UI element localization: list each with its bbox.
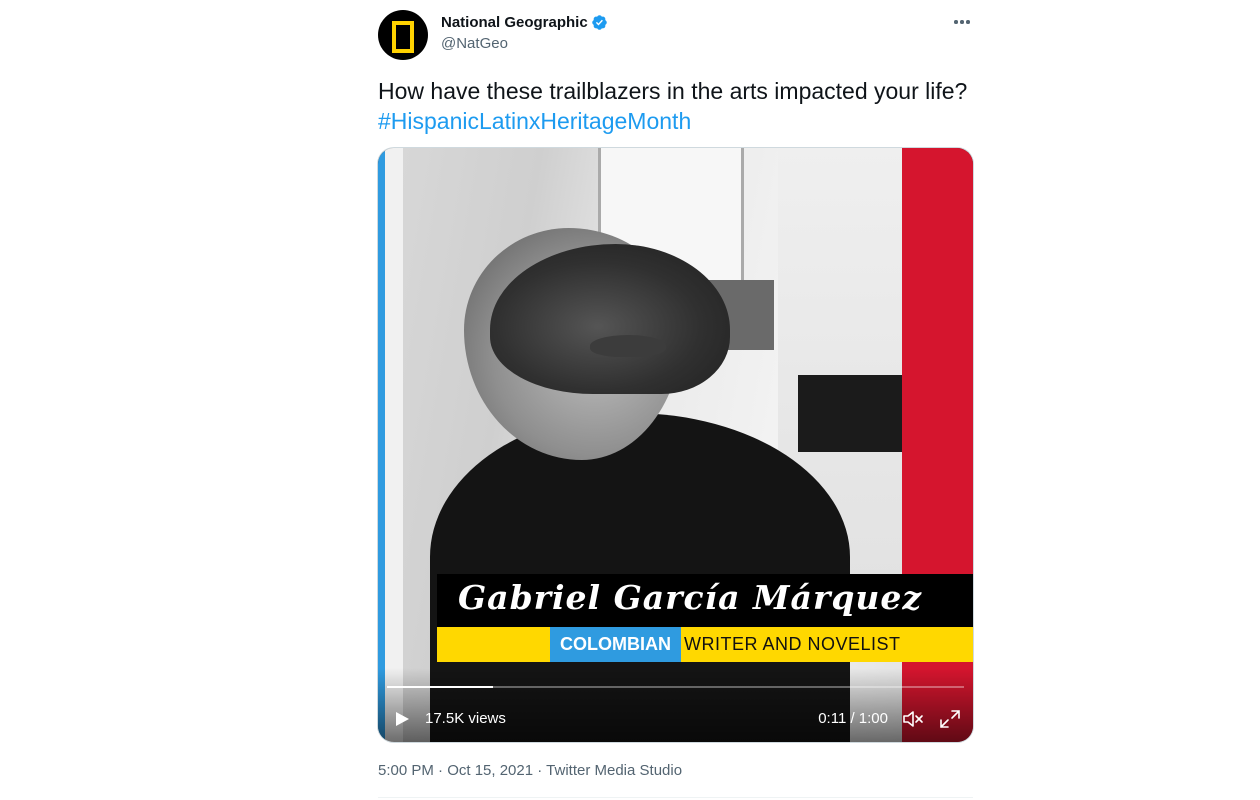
tweet-text: How have these trailblazers in the arts … [378,76,973,136]
hashtag-link[interactable]: #HispanicLatinxHeritageMonth [378,108,691,134]
volume-muted-icon[interactable] [902,709,924,729]
video-progress-fill [387,686,493,688]
caption-nationality: COLOMBIAN [550,627,681,662]
tweet-meta: 5:00 PM · Oct 15, 2021 · Twitter Media S… [378,762,682,779]
video-time: 0:11 / 1:00 [818,710,888,727]
author-name[interactable]: National Geographic [441,14,588,31]
natgeo-logo-icon [392,21,414,53]
more-options-button[interactable] [951,11,973,33]
video-player[interactable]: Gabriel García Márquez COLOMBIAN WRITER … [378,148,973,742]
caption-name: Gabriel García Márquez [458,578,923,617]
blue-accent-strip [378,148,385,742]
author-block: National Geographic @NatGeo [441,12,608,52]
caption-role: WRITER AND NOVELIST [684,634,901,654]
meta-separator: · [533,762,547,779]
video-controls: 17.5K views 0:11 / 1:00 [378,704,973,734]
avatar[interactable] [378,10,428,60]
portrait-hair [490,244,730,394]
tweet-source[interactable]: Twitter Media Studio [546,762,682,779]
more-horizontal-icon [960,20,964,24]
fullscreen-icon[interactable] [939,709,961,729]
video-progress-bar[interactable] [387,686,964,688]
tweet: National Geographic @NatGeo How have the… [378,0,973,800]
author-handle[interactable]: @NatGeo [441,35,608,52]
divider [378,797,973,798]
more-horizontal-icon [966,20,970,24]
view-count: 17.5K views [425,710,506,727]
play-icon[interactable] [394,711,410,727]
tweet-timestamp[interactable]: 5:00 PM · Oct 15, 2021 [378,762,533,779]
white-accent-strip [385,148,403,742]
portrait-mustache [590,335,666,357]
video-panel-dark [798,375,902,452]
verified-badge-icon [591,14,607,30]
name-row: National Geographic [441,12,608,32]
more-horizontal-icon [954,20,958,24]
tweet-body: How have these trailblazers in the arts … [378,78,968,104]
